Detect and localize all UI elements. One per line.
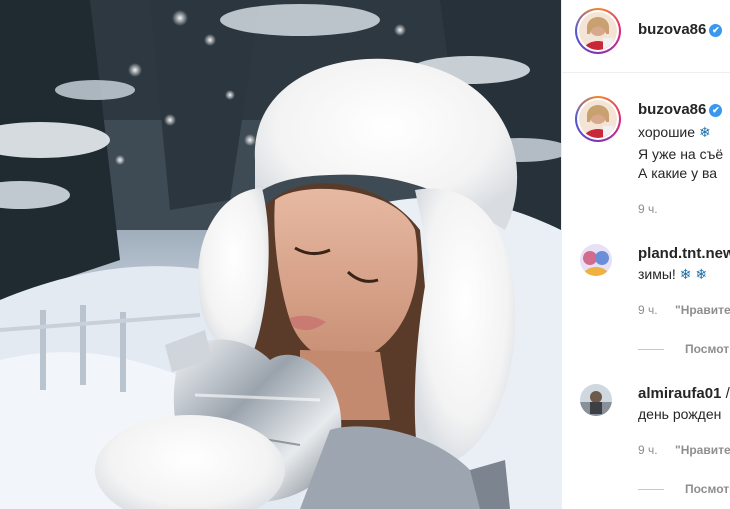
comment-2-like-button[interactable]: "Нравите [675,443,730,457]
comment-1-like-button[interactable]: "Нравите [675,303,730,317]
comment-2-username-text[interactable]: almiraufa01 [638,385,721,402]
verified-badge-icon: ✔ [709,24,723,37]
comment-1-view-replies-button[interactable]: Посмот [685,342,729,356]
author-avatar[interactable] [575,8,621,54]
comment-2-username[interactable]: almiraufa01 / [638,385,730,402]
comment-1-text: зимы! ❄ ❄ [638,266,707,283]
caption-avatar-image [579,100,617,138]
comment-1-text-body: зимы! [638,266,676,282]
comment-2-replies-divider [638,489,664,490]
caption-username[interactable]: buzova86 ✔ [638,101,723,118]
header-username-text[interactable]: buzova86 [638,21,706,38]
caption-verified-badge-icon: ✔ [709,104,723,117]
comment-2-time: 9 ч. [638,443,658,457]
photo-illustration [0,0,561,509]
post-sidebar: buzova86 ✔ buzova86 ✔ хорошие ❄ Я уже на с… [561,0,730,509]
caption-line-3: А какие у ва [638,165,718,181]
comment-1-replies-divider [638,349,664,350]
comment-2-avatar[interactable] [580,384,612,416]
comment-1-avatar[interactable] [580,244,612,276]
comment-1-snowflake-icon-1: ❄ [679,266,692,282]
caption-time: 9 ч. [638,202,658,216]
author-avatar-image [579,12,617,50]
comment-2-username-suffix: / [725,385,730,402]
caption-username-text[interactable]: buzova86 [638,101,706,118]
comment-1-snowflake-icon-2: ❄ [695,266,708,282]
comment-2-view-replies-button[interactable]: Посмотр [685,482,730,496]
comment-1-time: 9 ч. [638,303,658,317]
caption-line-2: Я уже на съё [638,146,724,162]
header-username[interactable]: buzova86 ✔ [638,21,723,38]
post-header: buzova86 ✔ [562,0,730,73]
comment-1-username[interactable]: pland.tnt.new [638,245,730,262]
caption-author-avatar[interactable] [575,96,621,142]
comment-2-text: день рожден [638,406,722,422]
post-photo[interactable] [0,0,561,509]
snowflake-icon: ❄ [698,124,711,140]
caption-line-1-text: хорошие [638,124,696,140]
caption-line-1: хорошие ❄ [638,124,711,141]
